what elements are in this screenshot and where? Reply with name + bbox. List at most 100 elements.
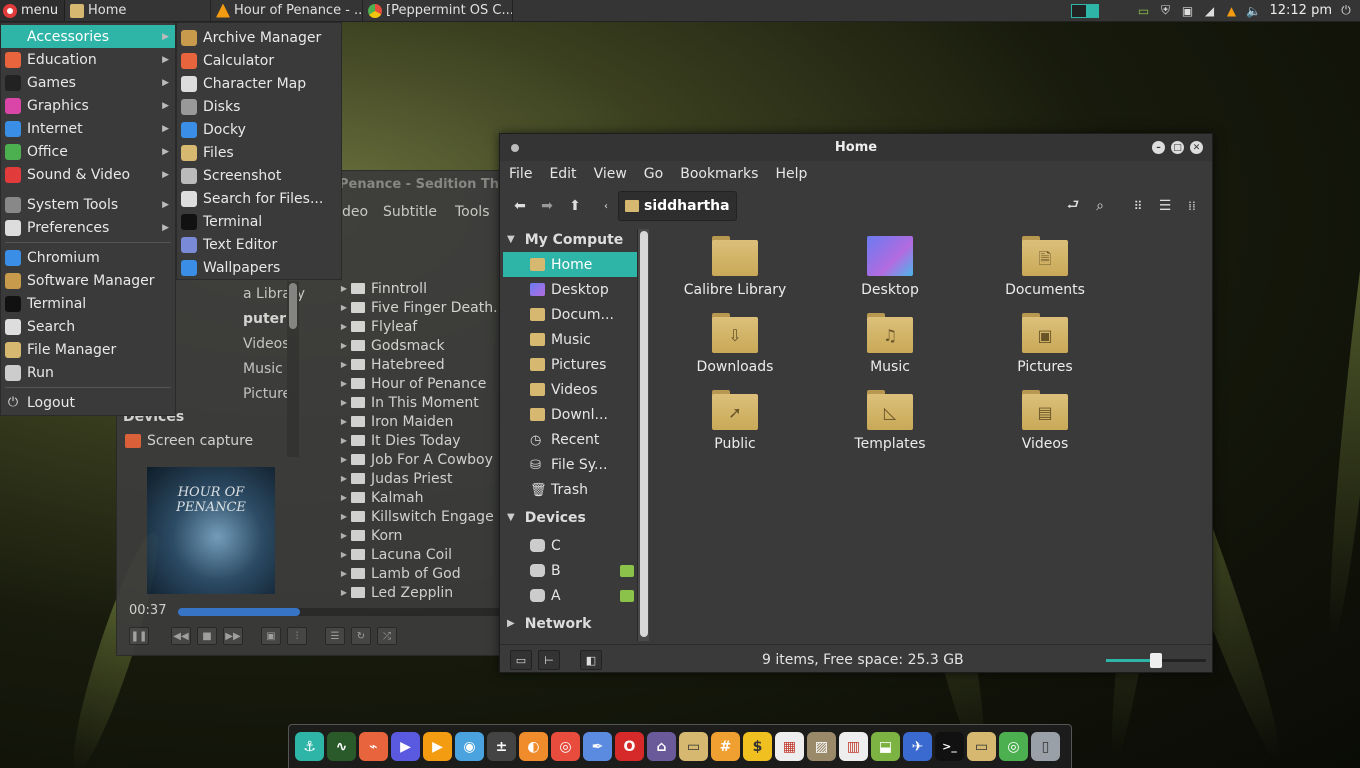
dock-trash-icon[interactable]: ▯ — [1031, 732, 1060, 761]
vlc-tray-icon[interactable]: ▲ — [1223, 4, 1239, 18]
artist-row[interactable]: ▶ Led Zepplin — [337, 583, 507, 602]
dock-feather-icon[interactable]: ✒ — [583, 732, 612, 761]
task-home[interactable]: Home — [65, 0, 211, 21]
sidebar-item-docum[interactable]: Docum... — [503, 302, 637, 327]
sidebar-item-music[interactable]: Music — [503, 327, 637, 352]
menu-favorite-file-manager[interactable]: File Manager — [1, 338, 175, 361]
menu-favorite-run[interactable]: Run — [1, 361, 175, 384]
artist-row[interactable]: ▶ Hatebreed — [337, 355, 507, 374]
next-button[interactable]: ▶▶ — [223, 627, 243, 645]
file-item-pictures[interactable]: ▣ Pictures — [985, 311, 1105, 383]
up-icon[interactable]: ⬆ — [562, 191, 588, 221]
menu-file[interactable]: File — [500, 166, 540, 182]
dock-calendar-icon[interactable]: ▦ — [775, 732, 804, 761]
submenu-item-text-editor[interactable]: Text Editor — [177, 233, 341, 256]
artist-row[interactable]: ▶ Godsmack — [337, 336, 507, 355]
breadcrumb-home[interactable]: siddhartha — [618, 191, 737, 221]
show-places-icon[interactable]: ▭ — [510, 650, 532, 670]
dock-firefox-icon[interactable]: ◐ — [519, 732, 548, 761]
menu-favorite-terminal[interactable]: Terminal — [1, 292, 175, 315]
sidebar-device-b[interactable]: B — [503, 558, 637, 583]
forward-icon[interactable]: ➡ — [534, 191, 560, 221]
submenu-item-calculator[interactable]: Calculator — [177, 49, 341, 72]
sidebar-device-c[interactable]: C — [503, 533, 637, 558]
player-menu-tools[interactable]: Tools — [455, 204, 490, 220]
dock-thunderbird-icon[interactable]: ✈ — [903, 732, 932, 761]
task-chromium[interactable]: [Peppermint OS C... — [363, 0, 513, 21]
file-item-templates[interactable]: ◺ Templates — [830, 388, 950, 460]
player-menu-subtitle[interactable]: Subtitle — [383, 204, 437, 220]
menu-go[interactable]: Go — [635, 166, 671, 182]
zoom-slider[interactable] — [1106, 653, 1206, 668]
zoom-handle[interactable] — [1150, 653, 1162, 668]
menu-category-preferences[interactable]: Preferences ▶ — [1, 216, 175, 239]
menu-button[interactable]: menu — [0, 0, 65, 21]
dock-hexchat-icon[interactable]: # — [711, 732, 740, 761]
dock-chrome-icon[interactable]: ◎ — [999, 732, 1028, 761]
submenu-item-disks[interactable]: Disks — [177, 95, 341, 118]
show-tree-icon[interactable]: ⊢ — [538, 650, 560, 670]
sidebar-item-home[interactable]: Home — [503, 252, 637, 277]
sidebar-scrollbar-thumb[interactable] — [640, 231, 648, 637]
hide-sidebar-icon[interactable]: ◧ — [580, 650, 602, 670]
file-item-public[interactable]: ➚ Public — [675, 388, 795, 460]
menu-category-graphics[interactable]: Graphics ▶ — [1, 94, 175, 117]
power-icon[interactable]: ⏻ — [1338, 3, 1354, 18]
volume-icon[interactable]: 🔈 — [1245, 4, 1261, 18]
menu-category-education[interactable]: Education ▶ — [1, 48, 175, 71]
file-item-desktop[interactable]: Desktop — [830, 234, 950, 306]
artist-row[interactable]: ▶ Hour of Penance — [337, 374, 507, 393]
artist-row[interactable]: ▶ Five Finger Death... — [337, 298, 507, 317]
menu-category-accessories[interactable]: Accessories ▶ — [1, 25, 175, 48]
artist-row[interactable]: ▶ It Dies Today — [337, 431, 507, 450]
menu-category-office[interactable]: Office ▶ — [1, 140, 175, 163]
sidebar-item-recent[interactable]: ◷ Recent — [503, 427, 637, 452]
sidebar-section-network[interactable]: ▶ Network — [503, 611, 637, 636]
fullscreen-button[interactable]: ▣ — [261, 627, 281, 645]
artist-row[interactable]: ▶ Lamb of God — [337, 564, 507, 583]
file-item-videos[interactable]: ▤ Videos — [985, 388, 1105, 460]
sidebar-item-filesy[interactable]: ⛁ File Sy... — [503, 452, 637, 477]
submenu-item-docky[interactable]: Docky — [177, 118, 341, 141]
player-sidebar-scrollbar[interactable] — [287, 281, 299, 457]
artist-row[interactable]: ▶ Judas Priest — [337, 469, 507, 488]
submenu-item-files[interactable]: Files — [177, 141, 341, 164]
close-button[interactable]: ✕ — [1190, 141, 1203, 154]
maximize-button[interactable]: □ — [1171, 141, 1184, 154]
menu-category-sound-video[interactable]: Sound & Video ▶ — [1, 163, 175, 186]
menu-view[interactable]: View — [585, 166, 635, 182]
menu-favorite-search[interactable]: Search — [1, 315, 175, 338]
menu-category-system-tools[interactable]: System Tools ▶ — [1, 193, 175, 216]
menu-help[interactable]: Help — [766, 166, 815, 182]
equalizer-button[interactable]: ⫶ — [287, 627, 307, 645]
file-item-music[interactable]: ♫ Music — [830, 311, 950, 383]
eject-icon[interactable] — [620, 589, 634, 602]
dock-chromium-icon[interactable]: ◎ — [551, 732, 580, 761]
playlist-button[interactable]: ☰ — [325, 627, 345, 645]
sidebar-item-downl[interactable]: Downl... — [503, 402, 637, 427]
search-icon[interactable]: ⌕ — [1087, 191, 1113, 221]
sidebar-scrollbar[interactable] — [637, 229, 649, 641]
list-view-icon[interactable]: ☰ — [1152, 191, 1178, 221]
dock-software-icon[interactable]: ⬓ — [871, 732, 900, 761]
file-item-downloads[interactable]: ⇩ Downloads — [675, 311, 795, 383]
submenu-item-archive-manager[interactable]: Archive Manager — [177, 26, 341, 49]
artist-row[interactable]: ▶ Job For A Cowboy — [337, 450, 507, 469]
compact-view-icon[interactable]: ⁞⁞ — [1179, 191, 1205, 221]
previous-button[interactable]: ◀◀ — [171, 627, 191, 645]
artist-row[interactable]: ▶ Iron Maiden — [337, 412, 507, 431]
menu-category-games[interactable]: Games ▶ — [1, 71, 175, 94]
menu-logout[interactable]: ⏻ Logout — [1, 391, 175, 414]
clock[interactable]: 12:12 pm — [1269, 3, 1332, 18]
dock-opera-icon[interactable]: O — [615, 732, 644, 761]
task-vlc[interactable]: Hour of Penance - ... — [211, 0, 363, 21]
player-sidebar-screen-capture[interactable]: Screen capture — [125, 433, 253, 449]
dock-money-icon[interactable]: $ — [743, 732, 772, 761]
sidebar-item-pictures[interactable]: Pictures — [503, 352, 637, 377]
icon-view-icon[interactable]: ⠿ — [1125, 191, 1151, 221]
eject-icon[interactable] — [620, 564, 634, 577]
seek-bar[interactable] — [178, 608, 518, 616]
menu-category-internet[interactable]: Internet ▶ — [1, 117, 175, 140]
toggle-location-icon[interactable]: ⮐ — [1060, 191, 1086, 221]
clipboard-icon[interactable]: ▣ — [1179, 4, 1195, 18]
